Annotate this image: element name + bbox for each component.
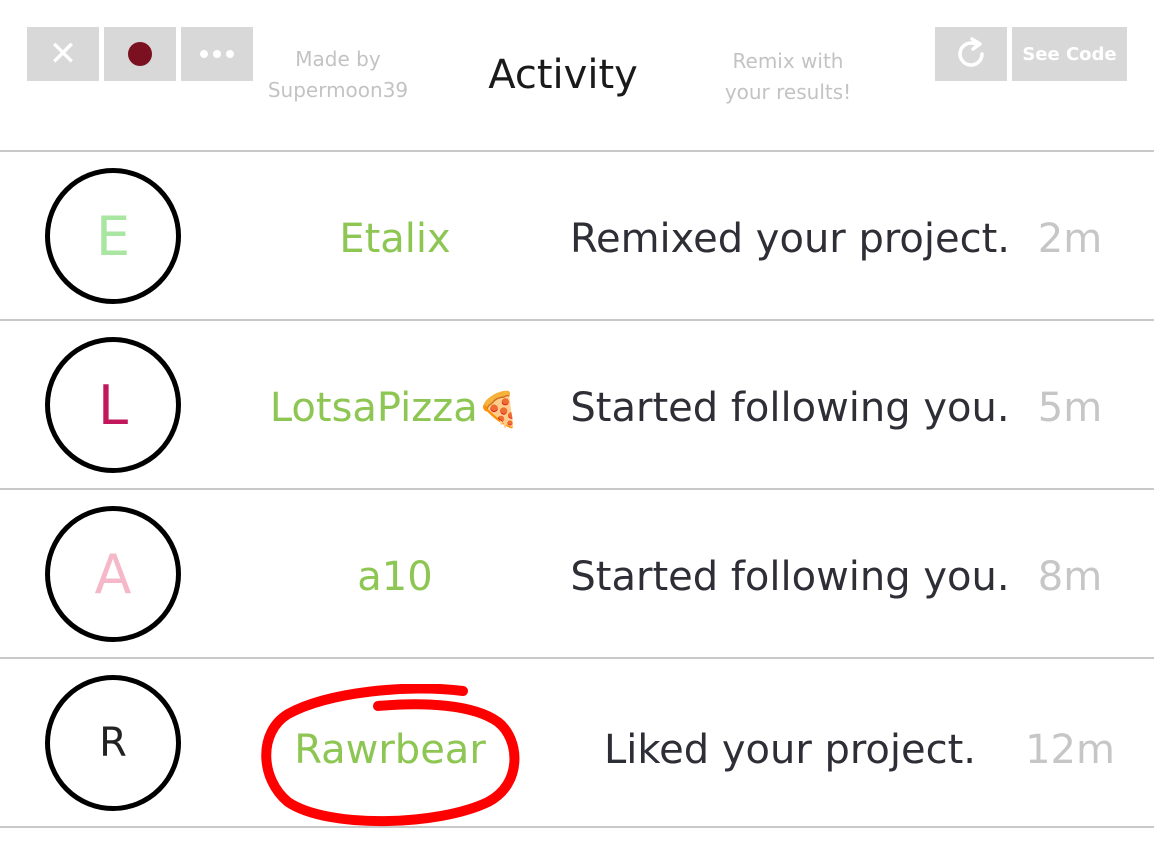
avatar[interactable]: L xyxy=(45,337,181,473)
avatar-initial: L xyxy=(97,373,129,437)
more-button[interactable] xyxy=(181,27,253,81)
activity-text: Started following you. xyxy=(570,385,1010,431)
avatar-initial: R xyxy=(99,720,127,766)
close-button[interactable]: ✕ xyxy=(27,27,99,81)
activity-text: Started following you. xyxy=(570,554,1010,600)
record-icon xyxy=(128,42,152,66)
username-link[interactable]: Rawrbear xyxy=(225,727,555,773)
avatar[interactable]: A xyxy=(45,506,181,642)
remix-prompt[interactable]: Remix with your results! xyxy=(713,46,863,108)
username-link[interactable]: LotsaPizza🍕 xyxy=(230,385,560,431)
timestamp: 2m xyxy=(1037,216,1103,262)
record-button[interactable] xyxy=(104,27,176,81)
made-by-label: Made by xyxy=(295,47,381,71)
username-text: LotsaPizza xyxy=(269,385,478,431)
more-icon xyxy=(200,50,234,58)
timestamp: 12m xyxy=(1025,727,1115,773)
close-icon: ✕ xyxy=(48,34,78,74)
avatar[interactable]: R xyxy=(45,675,181,811)
activity-text: Remixed your project. xyxy=(569,216,1011,262)
remix-line-2: your results! xyxy=(724,80,852,104)
username-link[interactable]: a10 xyxy=(230,554,560,600)
activity-row[interactable]: A a10 Started following you. 8m xyxy=(0,506,1154,674)
avatar[interactable]: E xyxy=(45,168,181,304)
pizza-icon: 🍕 xyxy=(477,390,521,430)
page-title: Activity xyxy=(488,52,638,98)
username-link[interactable]: Etalix xyxy=(230,216,560,262)
activity-row[interactable]: L LotsaPizza🍕 Started following you. 5m xyxy=(0,337,1154,505)
activity-row[interactable]: R Rawrbear Liked your project. 12m xyxy=(0,675,1154,843)
timestamp: 8m xyxy=(1037,554,1103,600)
avatar-initial: E xyxy=(95,204,131,268)
refresh-button[interactable] xyxy=(935,27,1007,81)
timestamp: 5m xyxy=(1037,385,1103,431)
remix-line-1: Remix with xyxy=(732,49,844,73)
activity-screen: ✕ Made by Supermoon39 Activity Remix wit… xyxy=(0,0,1154,866)
activity-text: Liked your project. xyxy=(603,727,977,773)
divider xyxy=(0,150,1154,152)
made-by-credit[interactable]: Made by Supermoon39 xyxy=(258,44,418,106)
made-by-author: Supermoon39 xyxy=(267,78,409,102)
activity-row[interactable]: E Etalix Remixed your project. 2m xyxy=(0,168,1154,336)
avatar-initial: A xyxy=(94,542,132,606)
refresh-icon xyxy=(958,37,984,67)
see-code-button[interactable]: See Code xyxy=(1012,27,1127,81)
